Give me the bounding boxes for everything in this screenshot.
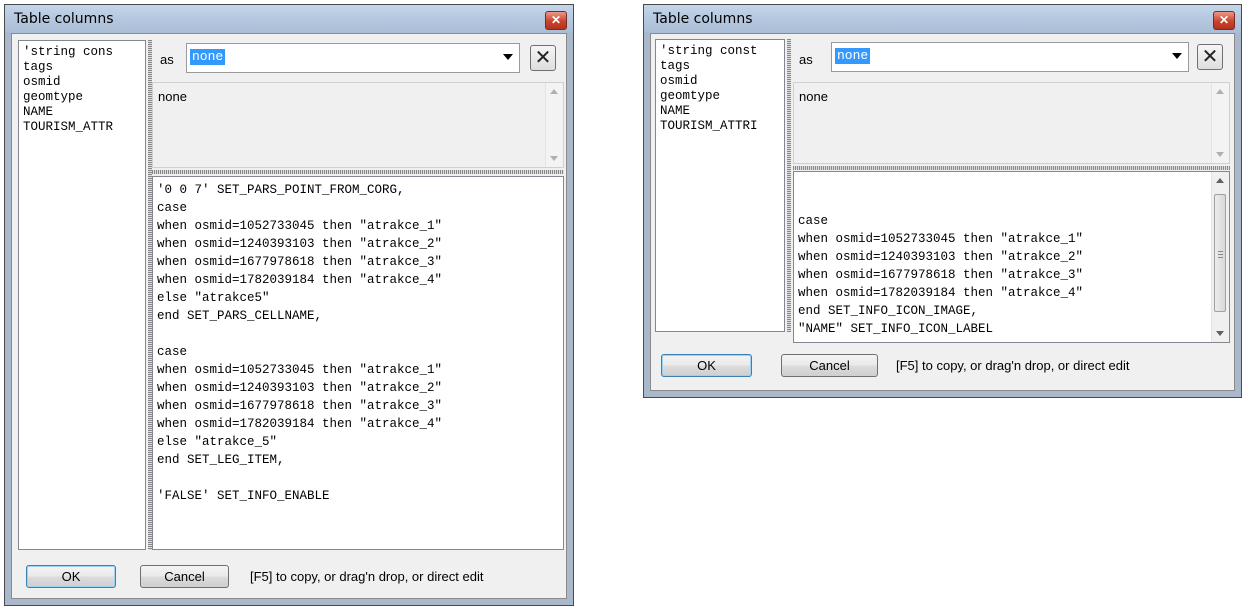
close-icon[interactable]: ✕ (545, 11, 567, 30)
close-icon[interactable]: ✕ (1213, 11, 1235, 30)
code-line: when osmid=1240393103 then "atrakce_2" (157, 237, 443, 251)
code-line: when osmid=1677978618 then "atrakce_3" (157, 255, 443, 269)
column-item[interactable]: osmid (23, 75, 145, 90)
as-label: as (160, 52, 174, 67)
code-line: when osmid=1240393103 then "atrakce_2" (157, 381, 443, 395)
chevron-down-icon[interactable] (503, 54, 513, 60)
code-line: when osmid=1677978618 then "atrakce_3" (798, 268, 1084, 282)
dialog-title: Table columns (14, 11, 114, 27)
code-line: end SET_LEG_ITEM, (157, 453, 285, 467)
description-scrollbar[interactable] (545, 83, 563, 167)
scroll-down-icon[interactable] (1216, 331, 1224, 336)
description-box: none (793, 82, 1230, 164)
code-line: else "atrakce_5" (157, 435, 278, 449)
column-item[interactable]: geomtype (23, 90, 145, 105)
clear-icon[interactable]: ✕ (1197, 44, 1223, 70)
as-label: as (799, 52, 813, 67)
code-line: case (157, 345, 188, 359)
code-line: when osmid=1052733045 then "atrakce_1" (157, 363, 443, 377)
code-line: '0 0 7' SET_PARS_POINT_FROM_CORG, (157, 183, 405, 197)
description-text: none (158, 89, 187, 104)
column-item[interactable]: TOURISM_ATTR (23, 120, 145, 135)
code-line: when osmid=1677978618 then "atrakce_3" (157, 399, 443, 413)
columns-list[interactable]: 'string cons tags osmid geomtype NAME TOURISM… (18, 40, 146, 550)
chevron-down-icon[interactable] (1172, 53, 1182, 59)
hint-text: [F5] to copy, or drag'n drop, or direct … (896, 358, 1130, 373)
horizontal-splitter[interactable] (152, 170, 564, 174)
column-item[interactable]: NAME (660, 104, 784, 119)
horizontal-splitter[interactable] (793, 166, 1230, 170)
code-line: when osmid=1782039184 then "atrakce_4" (157, 273, 443, 287)
scroll-down-icon[interactable] (1216, 152, 1224, 157)
title-bar[interactable]: Table columns ✕ (5, 5, 573, 33)
scroll-down-icon[interactable] (550, 156, 558, 161)
ok-button[interactable]: OK (26, 565, 116, 588)
code-line: case (798, 214, 829, 228)
scroll-thumb[interactable] (1214, 194, 1226, 312)
description-text: none (799, 89, 828, 104)
editor-scrollbar[interactable] (1211, 172, 1229, 342)
scroll-up-icon[interactable] (1216, 89, 1224, 94)
scroll-up-icon[interactable] (550, 89, 558, 94)
vertical-splitter[interactable] (787, 39, 791, 332)
left-dialog: Table columns ✕ 'string cons tags osmid geo… (4, 4, 574, 606)
column-item[interactable]: osmid (660, 74, 784, 89)
code-line: "NAME" SET_INFO_ICON_LABEL (798, 322, 994, 336)
column-item[interactable]: TOURISM_ATTRI (660, 119, 784, 134)
code-line: case (157, 201, 188, 215)
expression-editor[interactable]: '0 0 7' SET_PARS_POINT_FROM_CORG,case whe… (152, 176, 564, 550)
expression-text: case when osmid=1052733045 then "atrakce_… (798, 212, 1229, 338)
dialog-title: Table columns (653, 11, 753, 27)
hint-text: [F5] to copy, or drag'n drop, or direct … (250, 569, 484, 584)
code-line: when osmid=1782039184 then "atrakce_4" (157, 417, 443, 431)
code-line: when osmid=1782039184 then "atrakce_4" (798, 286, 1084, 300)
cancel-button[interactable]: Cancel (140, 565, 229, 588)
code-line: when osmid=1240393103 then "atrakce_2" (798, 250, 1084, 264)
column-item[interactable]: 'string const (660, 44, 784, 59)
column-item[interactable]: tags (23, 60, 145, 75)
code-line: end SET_INFO_ICON_IMAGE, (798, 304, 979, 318)
as-dropdown-value: none (835, 48, 871, 64)
column-item[interactable]: geomtype (660, 89, 784, 104)
column-item[interactable]: tags (660, 59, 784, 74)
column-item[interactable]: NAME (23, 105, 145, 120)
columns-list[interactable]: 'string const tags osmid geomtype NAME TOURIS… (655, 39, 785, 332)
as-dropdown[interactable]: none (186, 43, 520, 73)
as-dropdown[interactable]: none (831, 42, 1189, 72)
dialog-client: 'string const tags osmid geomtype NAME TOURIS… (650, 33, 1235, 391)
clear-icon[interactable]: ✕ (530, 45, 556, 71)
ok-button[interactable]: OK (661, 354, 752, 377)
code-line: when osmid=1052733045 then "atrakce_1" (157, 219, 443, 233)
title-bar[interactable]: Table columns ✕ (644, 5, 1241, 33)
code-line: when osmid=1052733045 then "atrakce_1" (798, 232, 1084, 246)
code-line: else "atrakce5" (157, 291, 270, 305)
as-dropdown-value: none (190, 49, 226, 65)
code-line: 'FALSE' SET_INFO_ENABLE (157, 489, 330, 503)
description-box: none (152, 82, 564, 168)
cancel-button[interactable]: Cancel (781, 354, 878, 377)
code-line: end SET_PARS_CELLNAME, (157, 309, 323, 323)
description-scrollbar[interactable] (1211, 83, 1229, 163)
column-item[interactable]: 'string cons (23, 45, 145, 60)
dialog-client: 'string cons tags osmid geomtype NAME TOURISM… (11, 33, 567, 599)
scroll-up-icon[interactable] (1216, 178, 1224, 183)
expression-editor[interactable]: case when osmid=1052733045 then "atrakce_… (793, 171, 1230, 343)
right-dialog: Table columns ✕ 'string const tags osmid ge… (643, 4, 1242, 398)
